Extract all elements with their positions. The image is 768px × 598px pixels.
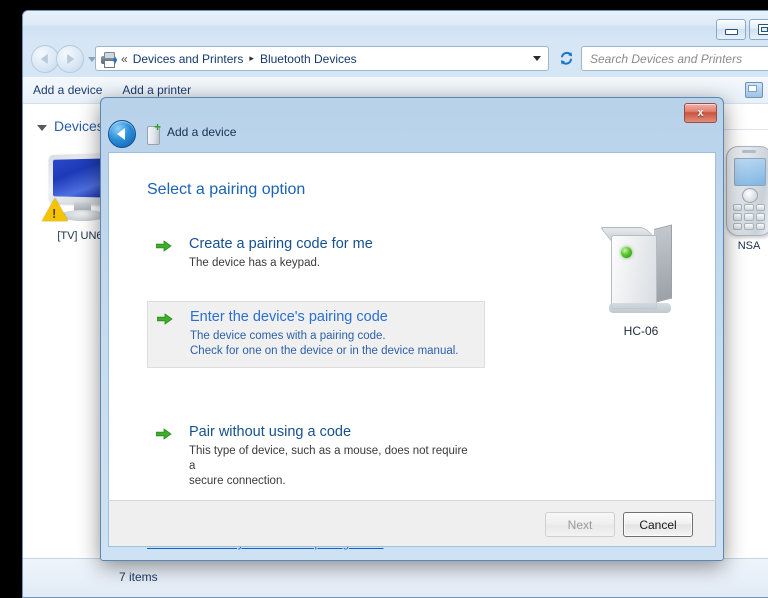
minimize-button[interactable] [716, 19, 746, 40]
option-description-line: Check for one on the device or in the de… [190, 344, 476, 359]
group-header-devices[interactable]: Devices [37, 118, 104, 134]
option-enter-the-devices-pairing-code[interactable]: Enter the device's pairing code The devi… [147, 301, 485, 368]
option-pair-without-using-a-code[interactable]: Pair without using a code This type of d… [147, 417, 485, 497]
dialog-title: Add a device [167, 125, 236, 139]
search-input[interactable]: Search Devices and Printers [581, 46, 768, 71]
close-icon: x [697, 107, 703, 119]
restore-icon [758, 24, 768, 35]
breadcrumb-chevron-down-icon[interactable] [533, 56, 541, 61]
breadcrumb-separator-icon: ▸ [249, 53, 254, 64]
minimize-icon [725, 29, 738, 35]
option-description-line: This type of device, such as a mouse, do… [189, 444, 477, 474]
search-placeholder: Search Devices and Printers [582, 52, 742, 66]
refresh-icon [559, 51, 574, 66]
window-title-bar [23, 11, 768, 41]
refresh-button[interactable] [554, 46, 578, 71]
option-description-line: secure connection. [189, 474, 477, 489]
option-title: Create a pairing code for me [189, 235, 477, 254]
green-arrow-icon [157, 313, 173, 325]
dialog-footer: Next Cancel [108, 500, 716, 547]
dialog-title-bar: x + Add a device [101, 98, 723, 152]
option-create-a-pairing-code[interactable]: Create a pairing code for me The device … [147, 229, 485, 279]
change-view-icon[interactable] [745, 82, 763, 98]
forward-arrow-icon [67, 54, 74, 64]
breadcrumb-overflow-icon[interactable]: « [121, 52, 128, 66]
collapse-triangle-icon[interactable] [37, 125, 47, 131]
mobile-phone-icon [726, 146, 768, 236]
back-button[interactable] [31, 45, 59, 73]
devices-and-printers-icon [100, 51, 118, 67]
bluetooth-device-icon [605, 225, 677, 317]
led-indicator-icon [621, 247, 632, 258]
option-title: Enter the device's pairing code [190, 308, 476, 327]
desktop-background: « Devices and Printers ▸ Bluetooth Devic… [0, 0, 768, 596]
device-preview-label: HC-06 [586, 324, 696, 338]
navigation-buttons [31, 45, 96, 73]
add-a-device-dialog: x + Add a device Select a pairing option… [100, 97, 724, 561]
green-arrow-icon [156, 240, 172, 252]
add-device-icon: + [145, 123, 162, 143]
back-arrow-icon [41, 54, 48, 64]
restore-button[interactable] [749, 19, 768, 40]
option-description-line: The device comes with a pairing code. [190, 329, 476, 344]
status-item-count: 7 items [119, 570, 158, 584]
dialog-body: Select a pairing option Create a pairing… [108, 152, 716, 501]
add-a-device-button[interactable]: Add a device [23, 77, 112, 103]
cancel-button[interactable]: Cancel [623, 512, 693, 537]
option-description-line: The device has a keypad. [189, 256, 477, 271]
page-title: Select a pairing option [147, 181, 305, 199]
address-bar-row: « Devices and Printers ▸ Bluetooth Devic… [23, 41, 768, 77]
breadcrumb-item-bluetooth-devices[interactable]: Bluetooth Devices [260, 52, 357, 66]
next-button[interactable]: Next [545, 512, 615, 537]
status-bar: 7 items [23, 558, 768, 597]
group-header-label: Devices [54, 118, 104, 134]
option-title: Pair without using a code [189, 423, 477, 442]
device-preview: HC-06 [586, 225, 696, 338]
window-controls [716, 19, 768, 40]
breadcrumb-item-devices-and-printers[interactable]: Devices and Printers [133, 52, 244, 66]
breadcrumb[interactable]: « Devices and Printers ▸ Bluetooth Devic… [95, 46, 549, 71]
warning-icon [42, 198, 68, 221]
close-button[interactable]: x [684, 103, 717, 123]
dialog-back-button[interactable] [108, 120, 136, 148]
green-arrow-icon [156, 428, 172, 440]
back-arrow-icon [117, 128, 125, 140]
forward-button[interactable] [56, 45, 84, 73]
toolbar-right-group [745, 82, 768, 98]
